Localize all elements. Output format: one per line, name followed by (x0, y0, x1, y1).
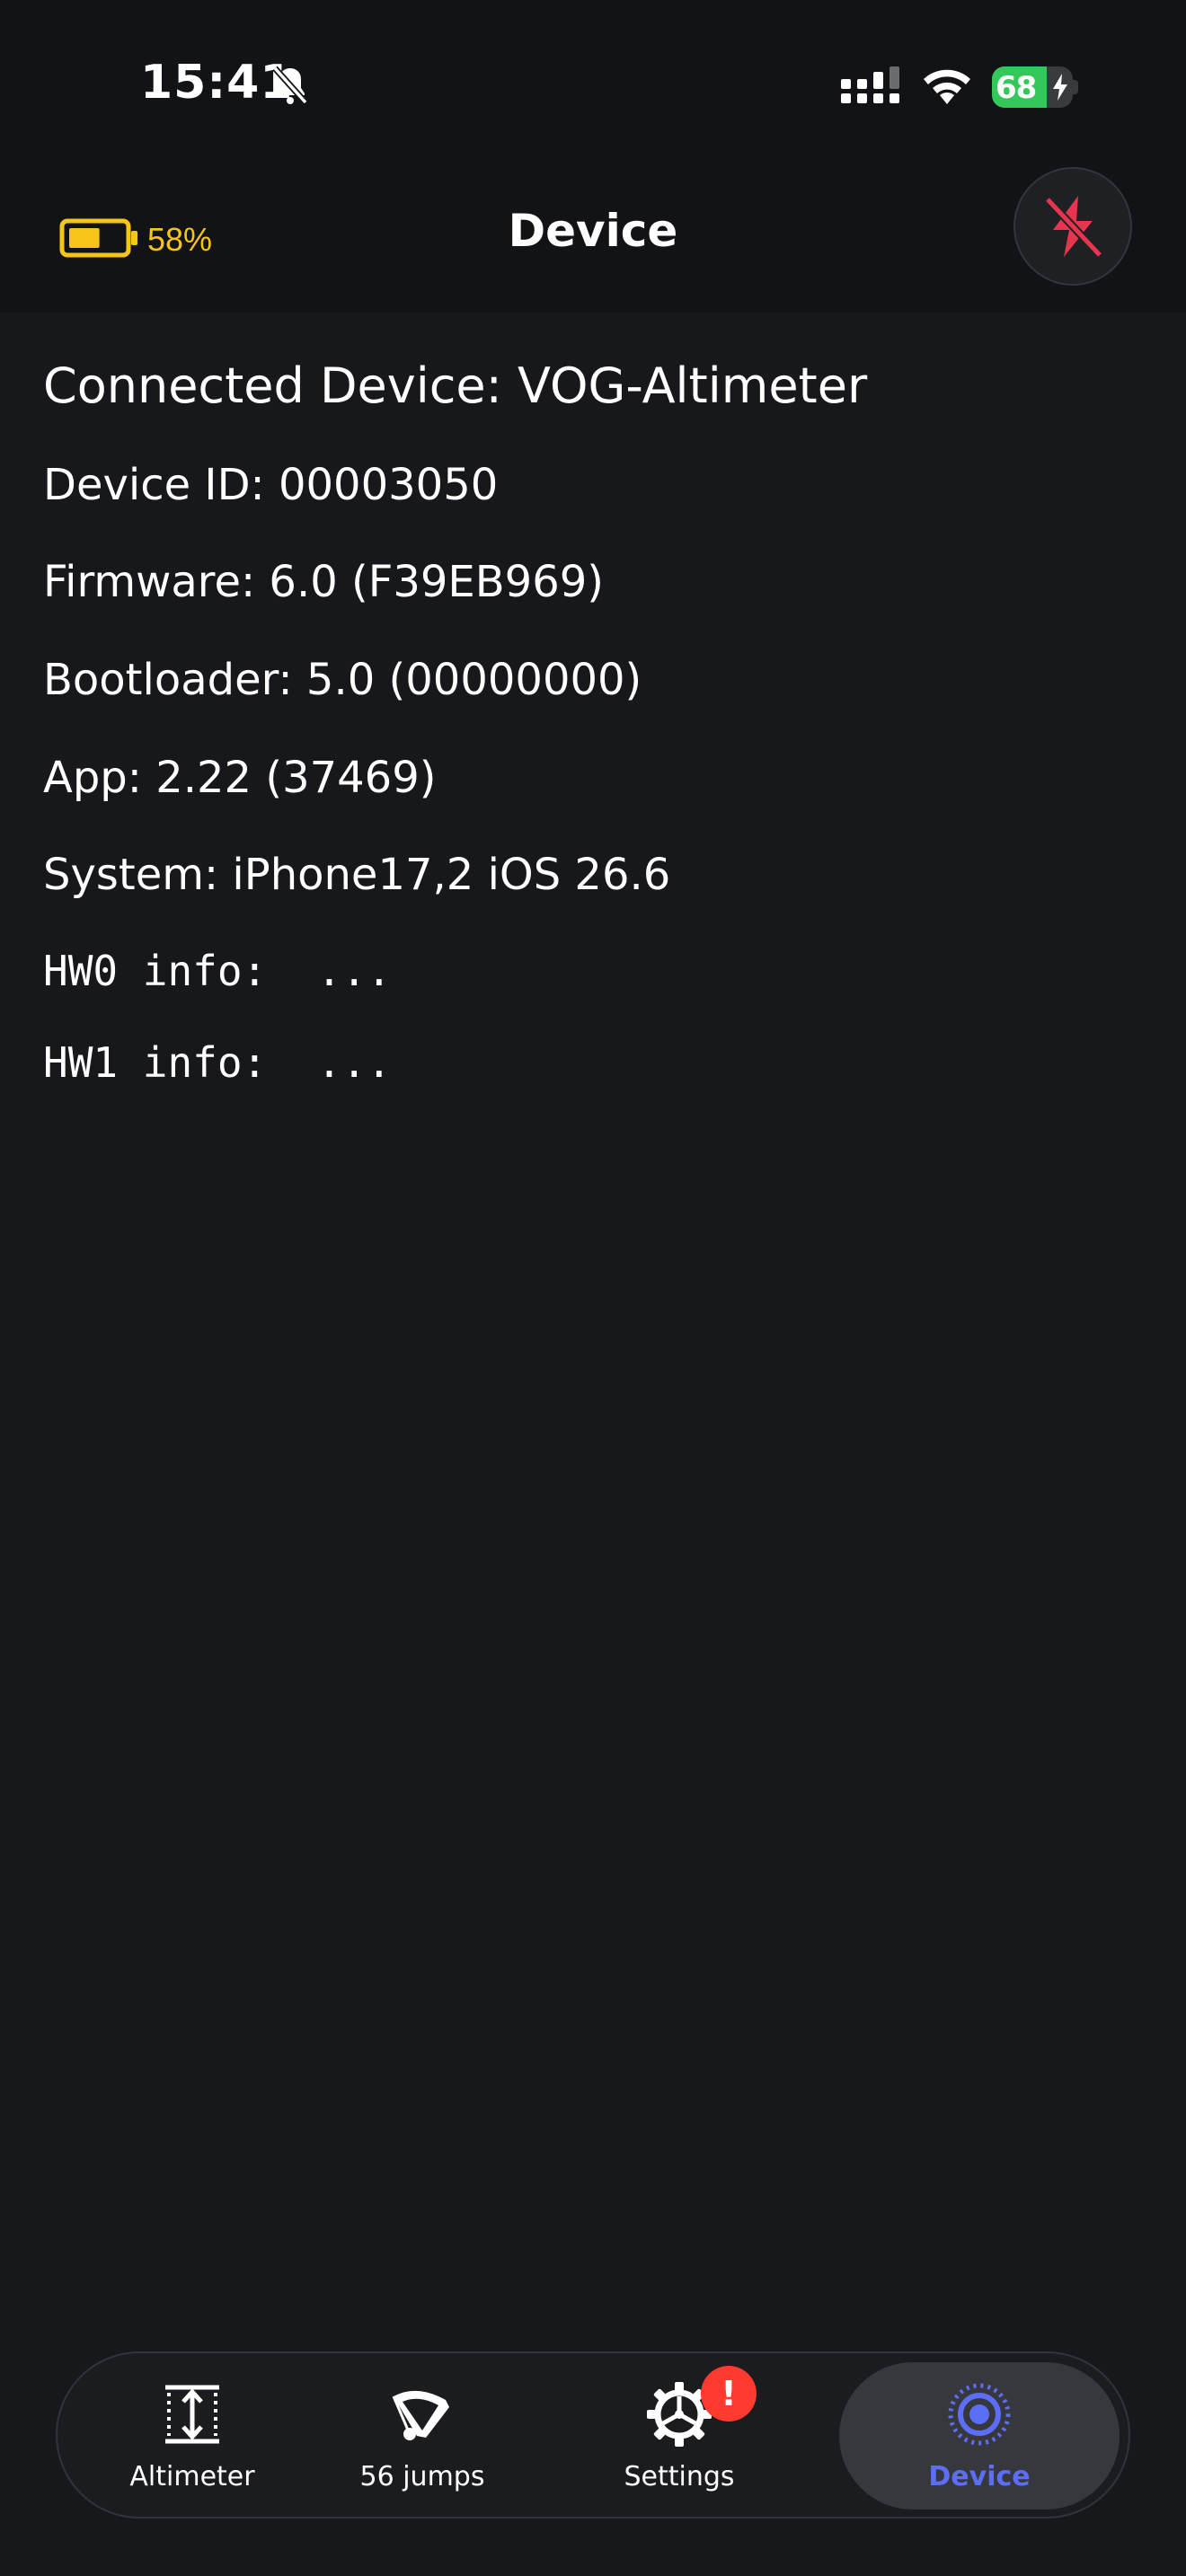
settings-alert-badge: ! (701, 2366, 757, 2422)
tab-jumps-label: 56 jumps (359, 2461, 485, 2492)
tab-device-label: Device (928, 2461, 1031, 2492)
page-title: Device (508, 205, 678, 257)
wifi-icon (924, 69, 970, 104)
tab-bar: Altimeter 56 jumps ! Settings Device (56, 2351, 1130, 2519)
disconnect-button[interactable] (1013, 167, 1132, 286)
tab-altimeter-label: Altimeter (129, 2461, 255, 2492)
hw1-info-label: HW1 info: ... (43, 1038, 392, 1087)
tab-altimeter[interactable]: Altimeter (93, 2353, 291, 2520)
connected-device-label: Connected Device: VOG-Altimeter (43, 357, 868, 414)
cellular-signal-icon (841, 66, 899, 103)
firmware-label: Firmware: 6.0 (F39EB969) (43, 557, 605, 607)
device-battery-icon (59, 218, 137, 258)
system-label: System: iPhone17,2 iOS 26.6 (43, 850, 671, 900)
altimeter-icon (165, 2385, 219, 2444)
battery-charging-icon: 68 (992, 66, 1078, 108)
device-screen: 15:41 68 58% Device Connected Device: VO… (0, 0, 1186, 2576)
tab-device[interactable]: Device (839, 2362, 1120, 2510)
device-id-label: Device ID: 00003050 (43, 460, 499, 510)
parachute-icon (392, 2390, 449, 2440)
hw0-info-label: HW0 info: ... (43, 947, 392, 995)
tab-settings[interactable]: ! Settings (580, 2353, 778, 2520)
phone-battery-percent: 68 (996, 70, 1037, 106)
bootloader-label: Bootloader: 5.0 (00000000) (43, 655, 642, 705)
tab-settings-label: Settings (624, 2461, 735, 2492)
status-bar: 15:41 68 (0, 0, 1186, 162)
tab-jumps[interactable]: 56 jumps (323, 2353, 521, 2520)
bell-slash-icon (272, 66, 308, 105)
charging-bolt-icon (1053, 74, 1067, 101)
bolt-slash-icon (1044, 196, 1103, 259)
device-battery-percent: 58% (147, 221, 213, 258)
app-version-label: App: 2.22 (37469) (43, 753, 437, 803)
device-target-icon (948, 2383, 1011, 2446)
